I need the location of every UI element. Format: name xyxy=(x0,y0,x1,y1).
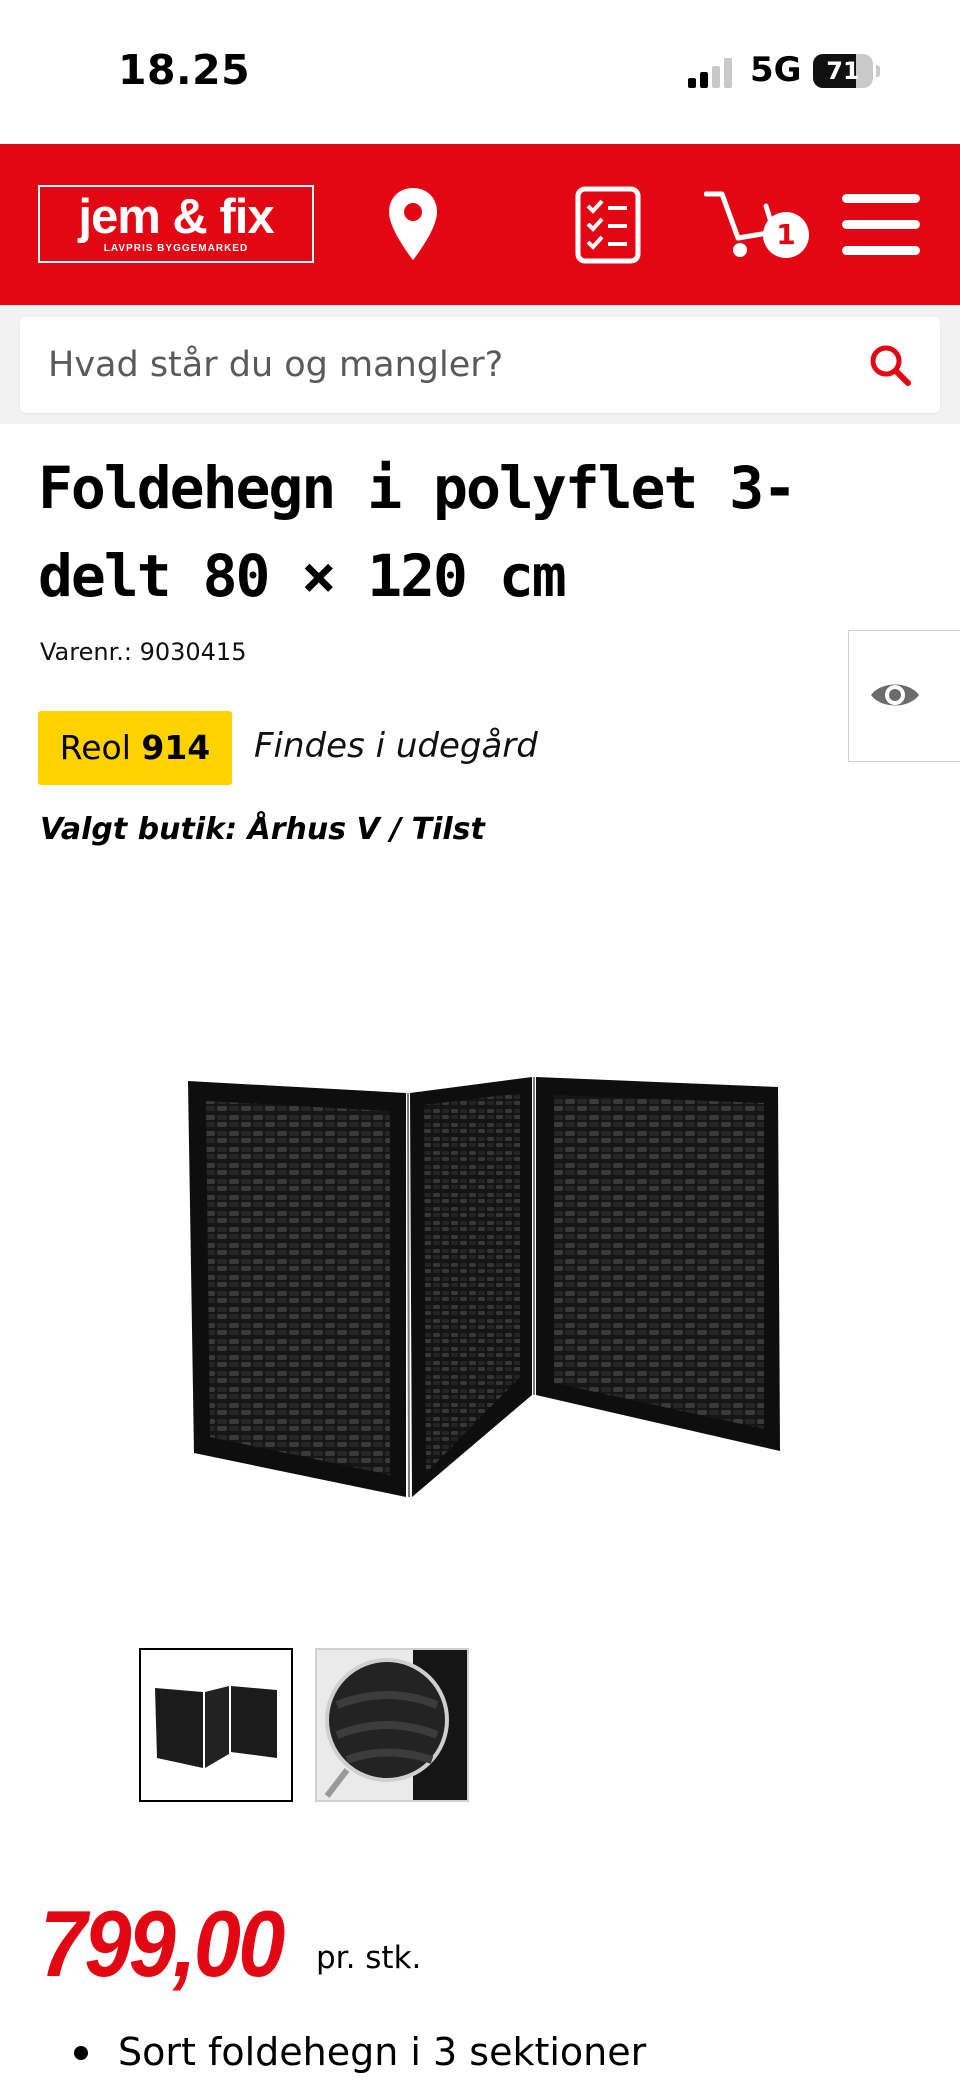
search-icon[interactable] xyxy=(868,343,912,387)
shopping-list-icon[interactable] xyxy=(575,186,641,264)
jem-fix-logo[interactable]: jem & fix LAVPRIS BYGGEMARKED xyxy=(38,185,314,263)
list-item: Sort foldehegn i 3 sektioner xyxy=(0,2022,960,2082)
cart-button[interactable]: 1 xyxy=(703,188,812,268)
product-thumbnail-folding-screen[interactable] xyxy=(139,1648,293,1802)
selected-store[interactable]: Valgt butik: Århus V / Tilst xyxy=(40,812,485,847)
thumbnail-image xyxy=(317,1650,467,1800)
price-unit: pr. stk. xyxy=(316,1940,422,1976)
status-bar: 18.25 5G 71 xyxy=(0,0,960,144)
status-time: 18.25 xyxy=(118,46,251,94)
cart-count-badge: 1 xyxy=(763,212,809,258)
logo-name: jem & fix xyxy=(78,190,274,244)
product-thumbnail-weave-detail[interactable] xyxy=(315,1648,469,1802)
search-input[interactable] xyxy=(48,317,868,413)
logo-tagline: LAVPRIS BYGGEMARKED xyxy=(103,243,249,254)
feature-text: Sort foldehegn i 3 sektioner xyxy=(118,2030,647,2074)
feature-list: Sort foldehegn i 3 sektioner xyxy=(0,2022,960,2082)
product-price: 799,00 xyxy=(40,1891,285,1996)
shelf-badge: Reol 914 xyxy=(38,711,232,785)
battery-level: 71 xyxy=(826,57,860,85)
network-type: 5G xyxy=(750,50,802,90)
menu-icon[interactable] xyxy=(842,192,920,258)
stock-location: Findes i udegård xyxy=(254,726,538,766)
product-main-image[interactable] xyxy=(180,1065,788,1505)
thumbnail-image xyxy=(155,1686,277,1768)
eye-icon xyxy=(871,684,919,706)
view-button[interactable] xyxy=(848,630,960,762)
product-sku: Varenr.: 9030415 xyxy=(40,638,247,666)
product-title: Foldehegn i polyflet 3-delt 80 × 120 cm xyxy=(38,454,797,610)
site-header: jem & fix LAVPRIS BYGGEMARKED 1 xyxy=(0,144,960,305)
search-bar xyxy=(0,305,960,424)
store-locator-icon[interactable] xyxy=(387,186,439,262)
battery-icon: 71 xyxy=(813,54,873,88)
signal-strength-icon xyxy=(688,56,736,88)
shelf-label: Reol xyxy=(59,728,131,767)
search-box[interactable] xyxy=(20,317,940,413)
shelf-number: 914 xyxy=(141,728,211,767)
